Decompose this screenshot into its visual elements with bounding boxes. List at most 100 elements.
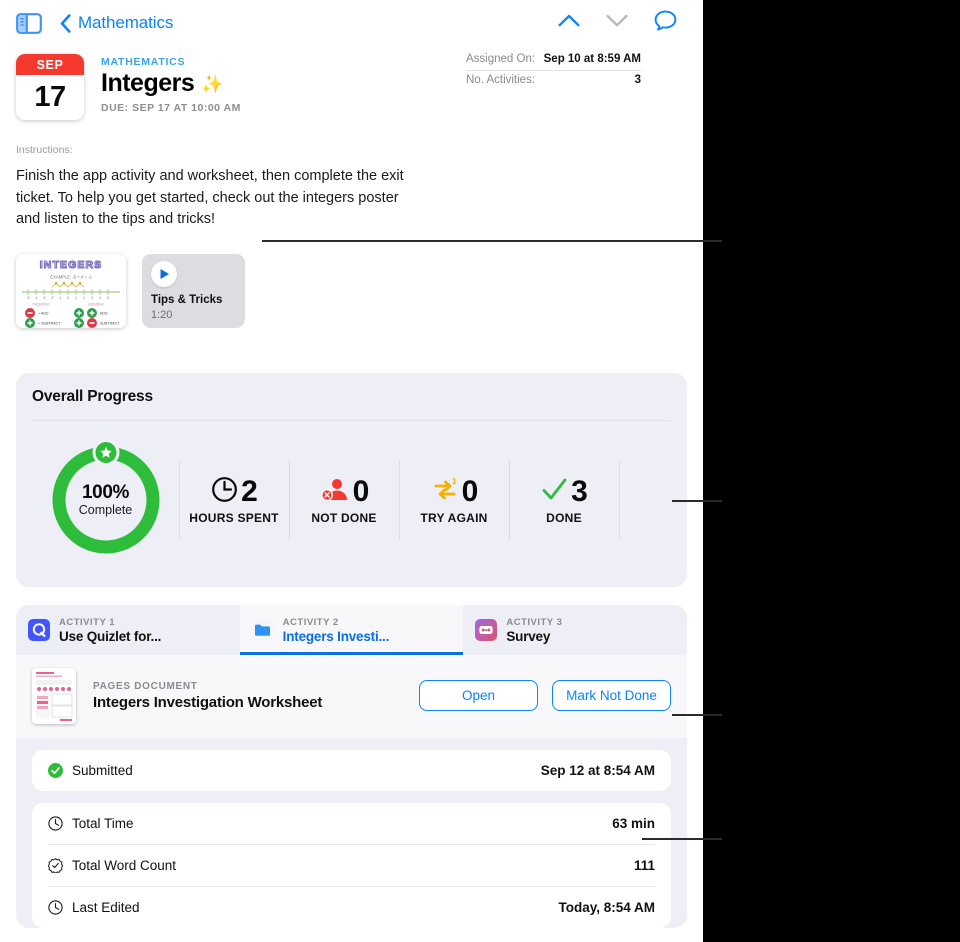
- stat-try-again: 1 0 TRY AGAIN: [399, 475, 509, 525]
- svg-text:SUBTRACT: SUBTRACT: [100, 321, 120, 325]
- seal-check-icon: [47, 857, 64, 874]
- svg-text:2: 2: [83, 296, 85, 300]
- meta-value: Sep 10 at 8:59 AM: [543, 53, 641, 65]
- nav-right-actions: [558, 10, 687, 37]
- screenshot-root: Mathematics SEP 17 MATHEMATICS Integers …: [0, 0, 960, 942]
- callout-leader-line: [262, 240, 722, 242]
- svg-text:negative: negative: [32, 301, 50, 306]
- video-title: Tips & Tricks: [151, 293, 223, 306]
- open-button[interactable]: Open: [419, 680, 538, 711]
- assignment-meta: Assigned On: Sep 10 at 8:59 AM No. Activ…: [466, 50, 641, 91]
- callout-leader-line: [642, 838, 722, 840]
- stat-label: TRY AGAIN: [420, 510, 488, 525]
- stat-value: 0: [461, 474, 479, 508]
- worksheet-thumbnail[interactable]: [32, 667, 76, 724]
- detail-row-last-edited: Last Edited Today, 8:54 AM: [48, 885, 655, 928]
- progress-ring: 100% Complete: [49, 438, 163, 557]
- svg-text:-1: -1: [59, 296, 62, 300]
- chevron-left-icon: [60, 13, 71, 33]
- overall-progress-heading: Overall Progress: [32, 387, 153, 405]
- video-duration: 1:20: [151, 308, 173, 321]
- svg-text:INTEGERS: INTEGERS: [40, 259, 102, 271]
- tab-title: Survey: [506, 628, 551, 644]
- play-icon: [151, 260, 177, 287]
- stat-label: HOURS SPENT: [189, 510, 279, 525]
- back-to-mathematics-button[interactable]: Mathematics: [60, 13, 173, 33]
- svg-text:-2: -2: [51, 296, 54, 300]
- person-x-icon: [320, 476, 350, 508]
- instructions-body: Finish the app activity and worksheet, t…: [16, 168, 404, 227]
- tab-text: ACTIVITY 1 Use Quizlet for...: [59, 617, 161, 644]
- svg-text:EXAMPLE: -5 + 4 = -1: EXAMPLE: -5 + 4 = -1: [50, 274, 92, 279]
- attachments-row: INTEGERS EXAMPLE: -5 + 4 = -1 -5 -4 -3 -…: [0, 231, 703, 328]
- tab-activity-3[interactable]: ACTIVITY 3 Survey: [463, 605, 687, 655]
- document-text: PAGES DOCUMENT Integers Investigation Wo…: [93, 681, 322, 711]
- back-label: Mathematics: [78, 13, 174, 32]
- meta-key: No. Activities:: [466, 74, 536, 86]
- stat-cells: 2 HOURS SPENT 0 NOT DONE 1 0 TRY AGAIN 3…: [179, 431, 671, 569]
- svg-text:positive: positive: [88, 301, 104, 306]
- details-card: Total Time 63 min Total Word Count 111 L…: [32, 802, 671, 928]
- stat-top: 3: [541, 474, 588, 509]
- page-title: Integers: [101, 69, 195, 97]
- meta-key: Assigned On:: [466, 53, 536, 65]
- detail-label: Total Word Count: [72, 857, 177, 873]
- survey-app-icon: [475, 619, 498, 641]
- detail-value: 111: [633, 857, 655, 873]
- calendar-month: SEP: [16, 54, 84, 75]
- title-row: Integers ✨: [101, 69, 241, 98]
- svg-text:+ SUBTRACT: + SUBTRACT: [38, 321, 61, 325]
- due-date-label: DUE: SEP 17 AT 10:00 AM: [101, 102, 241, 114]
- navigation-bar: Mathematics: [0, 0, 703, 46]
- activity-tabs: ACTIVITY 1 Use Quizlet for... ACTIVITY 2…: [16, 604, 687, 655]
- comment-bubble-icon[interactable]: [654, 10, 677, 37]
- activities-card: ACTIVITY 1 Use Quizlet for... ACTIVITY 2…: [16, 604, 687, 928]
- star-badge-icon: [92, 438, 119, 466]
- submitted-row: Submitted Sep 12 at 8:54 AM: [32, 749, 671, 791]
- tab-title: Use Quizlet for...: [59, 628, 162, 644]
- quizlet-app-icon: [28, 619, 50, 641]
- submitted-value: Sep 12 at 8:54 AM: [540, 762, 655, 778]
- detail-value: Today, 8:54 AM: [558, 899, 655, 915]
- stat-value: 3: [571, 474, 588, 508]
- meta-row: No. Activities: 3: [466, 70, 641, 91]
- stat-hours-spent: 2 HOURS SPENT: [179, 475, 289, 525]
- tab-key: ACTIVITY 1: [59, 616, 116, 628]
- integers-poster-thumbnail[interactable]: INTEGERS EXAMPLE: -5 + 4 = -1 -5 -4 -3 -…: [16, 253, 126, 328]
- svg-text:0: 0: [67, 296, 69, 300]
- tab-activity-1[interactable]: ACTIVITY 1 Use Quizlet for...: [16, 605, 240, 655]
- tab-activity-2[interactable]: ACTIVITY 2 Integers Investi...: [239, 604, 464, 655]
- chevron-up-icon[interactable]: [558, 14, 580, 32]
- detail-label: Last Edited: [72, 899, 140, 915]
- chevron-down-icon[interactable]: [606, 14, 628, 32]
- stat-not-done: 0 NOT DONE: [289, 475, 399, 525]
- instructions-label: Instructions:: [16, 144, 73, 156]
- clock-icon: [211, 476, 238, 508]
- stat-top: 0: [320, 475, 369, 509]
- svg-text:5: 5: [107, 296, 109, 300]
- stat-label: NOT DONE: [311, 510, 377, 525]
- submitted-label: Submitted: [72, 762, 133, 778]
- tips-and-tricks-video[interactable]: Tips & Tricks 1:20: [142, 253, 245, 328]
- detail-row-word-count: Total Word Count 111: [47, 843, 655, 886]
- tab-key: ACTIVITY 2: [282, 616, 339, 628]
- tab-key: ACTIVITY 3: [506, 616, 563, 628]
- tab-title: Integers Investi...: [282, 628, 390, 644]
- stat-label: DONE: [546, 510, 582, 525]
- try-again-icon: 1: [431, 476, 459, 508]
- callout-leader-line: [672, 500, 722, 502]
- course-label: MATHEMATICS: [101, 56, 186, 68]
- svg-text:-5: -5: [27, 296, 30, 300]
- app-window: Mathematics SEP 17 MATHEMATICS Integers …: [0, 0, 703, 942]
- svg-text:1: 1: [75, 296, 77, 300]
- svg-text:3: 3: [91, 296, 93, 300]
- mark-not-done-button[interactable]: Mark Not Done: [552, 680, 671, 711]
- progress-ring-wrap: 100% Complete: [32, 431, 179, 569]
- stat-top: 1 0: [431, 475, 478, 509]
- video-text: Tips & Tricks 1:20: [151, 290, 236, 321]
- clock-icon: [48, 899, 63, 915]
- progress-stats-row: 100% Complete 2 HOURS SPENT 0 NOT DONE 1…: [32, 421, 671, 569]
- sidebar-left-icon[interactable]: [16, 12, 42, 34]
- tab-text: ACTIVITY 3 Survey: [506, 617, 562, 644]
- svg-text:+ ADD: + ADD: [38, 311, 49, 315]
